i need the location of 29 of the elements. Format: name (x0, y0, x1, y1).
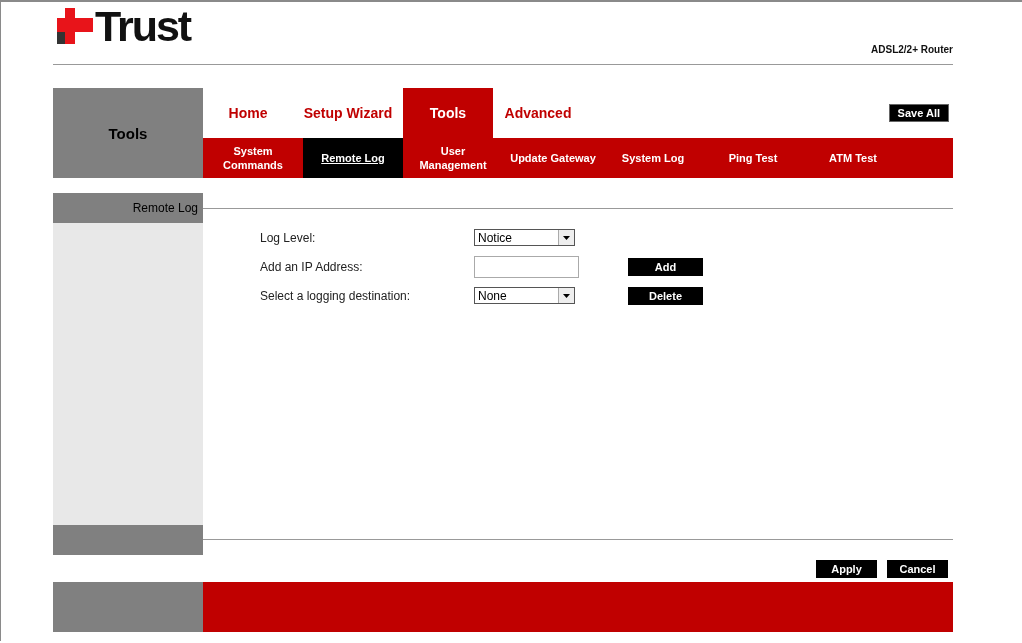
sub-tab[interactable]: Ping Test (703, 138, 803, 178)
sub-tab[interactable]: ATM Test (803, 138, 903, 178)
field-label: Add an IP Address: (260, 259, 364, 274)
logo-text: Trust (95, 6, 191, 46)
dropdown-arrow-icon (558, 288, 574, 303)
nav-tab[interactable]: Setup Wizard (293, 88, 403, 138)
sub-tab[interactable]: System Commands (203, 138, 303, 178)
dropdown-field[interactable]: Notice (474, 229, 575, 246)
action-button[interactable]: Apply (816, 560, 877, 578)
field-label: Log Level: (260, 230, 317, 245)
dropdown-field[interactable]: None (474, 287, 575, 304)
logo-icon (57, 8, 93, 44)
section-title: Tools (108, 124, 148, 142)
nav-tab[interactable]: Home (203, 88, 293, 138)
sub-tab[interactable]: Update Gateway (503, 138, 603, 178)
field-label: Select a logging destination: (260, 288, 412, 303)
sub-tab[interactable]: User Management (403, 138, 503, 178)
nav-tab[interactable]: Advanced (493, 88, 583, 138)
action-button[interactable]: Cancel (887, 560, 948, 578)
sidebar-title: Remote Log (132, 201, 198, 215)
ip-address-field[interactable] (474, 255, 579, 278)
nav-tab[interactable]: Tools (403, 88, 493, 138)
sub-tab[interactable]: System Log (603, 138, 703, 178)
form-button[interactable]: Delete (628, 286, 703, 305)
form-button[interactable]: Add (628, 257, 703, 276)
sub-tab[interactable]: Remote Log (303, 138, 403, 178)
dropdown-arrow-icon (558, 230, 574, 245)
product-name: ADSL2/2+ Router (871, 44, 953, 55)
save-all-button[interactable]: Save All (888, 104, 949, 122)
